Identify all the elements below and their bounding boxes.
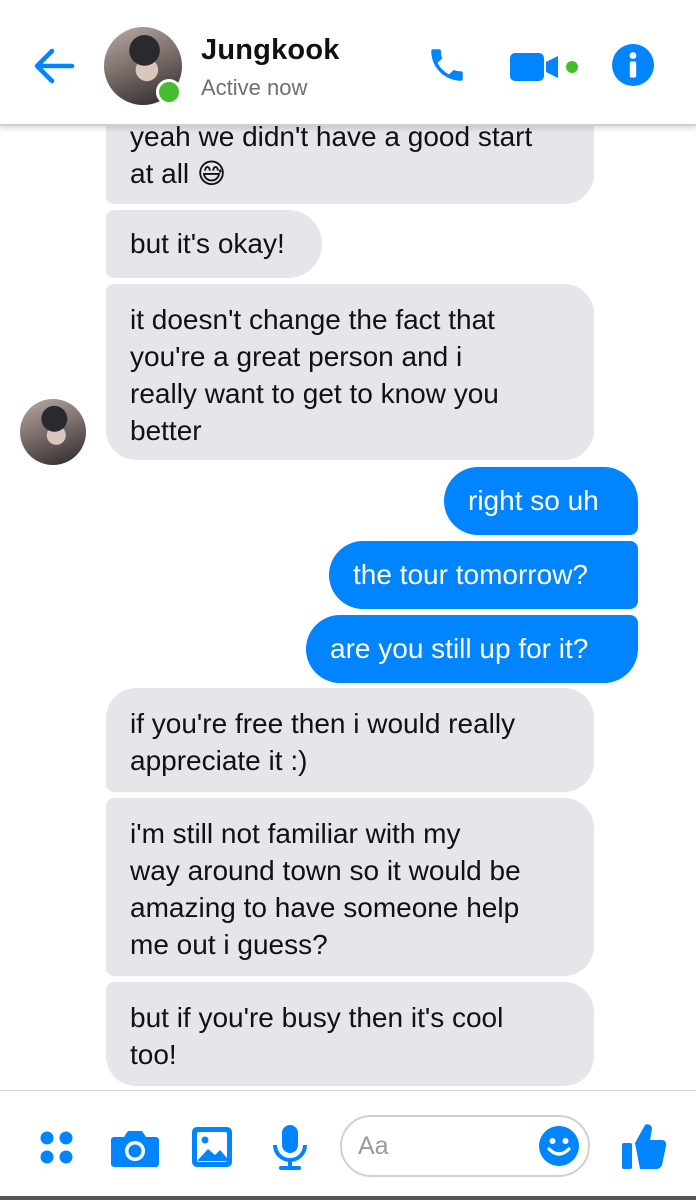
microphone-icon[interactable] [270,1123,310,1173]
message-bubble-received[interactable]: it doesn't change the fact that you're a… [106,284,594,460]
message-bubble-received[interactable]: but it's okay! [106,210,322,278]
emoji-icon[interactable] [538,1125,580,1167]
gallery-icon[interactable] [190,1125,234,1169]
message-input-placeholder: Aa [358,1132,389,1160]
phone-icon[interactable] [426,44,468,86]
message-text: if you're free then i would really appre… [130,708,516,776]
message-composer: Aa [0,1090,696,1201]
message-bubble-sent[interactable]: right so uh [444,467,638,535]
video-camera-icon[interactable] [508,50,584,84]
message-list: yeah we didn't have a good start at all … [0,0,696,1200]
message-bubble-sent[interactable]: are you still up for it? [306,615,638,683]
message-text: yeah we didn't have a good start at all … [130,121,533,189]
message-bubble-sent[interactable]: the tour tomorrow? [329,541,638,609]
contact-avatar[interactable] [104,27,182,105]
message-text: but it's okay! [130,228,285,259]
message-bubble-received[interactable]: i'm still not familiar with my way aroun… [106,798,594,976]
message-text: the tour tomorrow? [353,559,588,590]
thumbs-up-icon[interactable] [620,1121,668,1171]
apps-icon[interactable] [38,1129,78,1169]
online-status-dot [156,79,182,105]
message-text: but if you're busy then it's cool too! [130,1002,504,1070]
contact-status: Active now [201,75,308,100]
info-icon[interactable] [611,43,655,87]
back-arrow-icon[interactable] [28,40,80,92]
message-text: it doesn't change the fact that you're a… [130,304,499,446]
contact-avatar-small[interactable] [20,399,86,465]
bottom-edge [0,1196,696,1200]
message-text: right so uh [468,485,599,516]
message-bubble-received[interactable]: if you're free then i would really appre… [106,688,594,792]
message-bubble-received[interactable]: but if you're busy then it's cool too! [106,982,594,1086]
message-text: are you still up for it? [330,633,589,664]
camera-icon[interactable] [110,1127,160,1169]
contact-name[interactable]: Jungkook [201,34,340,67]
chat-header: Jungkook Active now [0,0,696,126]
message-text: i'm still not familiar with my way aroun… [130,818,521,960]
